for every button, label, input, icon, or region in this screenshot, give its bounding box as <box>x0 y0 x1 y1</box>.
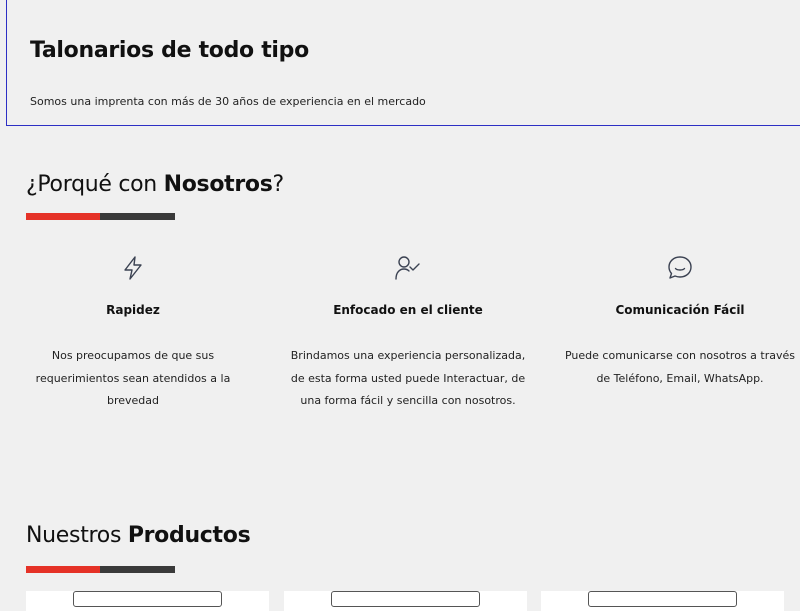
accent-bar <box>26 566 175 573</box>
product-card[interactable] <box>26 591 269 611</box>
product-card[interactable] <box>541 591 784 611</box>
accent-dark-segment <box>100 566 175 573</box>
feature-description: Brindamos una experiencia personalizada,… <box>290 349 526 407</box>
product-card[interactable] <box>284 591 527 611</box>
products-heading-bold: Productos <box>127 523 251 548</box>
product-card-button[interactable] <box>73 591 222 607</box>
feature-description: Puede comunicarse con nosotros a través … <box>564 349 795 385</box>
accent-bar <box>26 213 175 220</box>
hero-subtitle: Somos una imprenta con más de 30 años de… <box>30 95 426 108</box>
feature-description: Nos preocupamos de que sus requerimiento… <box>35 349 231 407</box>
user-check-icon <box>288 254 528 282</box>
feature-comunicacion: Comunicación Fácil Puede comunicarse con… <box>560 254 800 390</box>
why-heading-bold: Nosotros <box>163 172 273 197</box>
feature-cliente: Enfocado en el cliente Brindamos una exp… <box>288 254 528 413</box>
products-heading-prefix: Nuestros <box>26 523 128 548</box>
why-heading-suffix: ? <box>272 172 285 197</box>
chat-bubble-icon <box>560 254 800 282</box>
accent-red-segment <box>26 213 100 220</box>
feature-rapidez: Rapidez Nos preocupamos de que sus reque… <box>13 254 253 413</box>
product-card-button[interactable] <box>588 591 737 607</box>
feature-title: Rapidez <box>106 303 160 317</box>
hero-title: Talonarios de todo tipo <box>30 38 309 63</box>
accent-dark-segment <box>100 213 175 220</box>
accent-red-segment <box>26 566 100 573</box>
why-heading: ¿Porqué con Nosotros? <box>26 172 284 197</box>
products-heading: Nuestros Productos <box>26 523 251 548</box>
why-heading-prefix: ¿Porqué con <box>26 172 164 197</box>
lightning-icon <box>13 254 253 282</box>
feature-title: Enfocado en el cliente <box>333 303 483 317</box>
product-card-button[interactable] <box>331 591 480 607</box>
feature-title: Comunicación Fácil <box>615 303 745 317</box>
